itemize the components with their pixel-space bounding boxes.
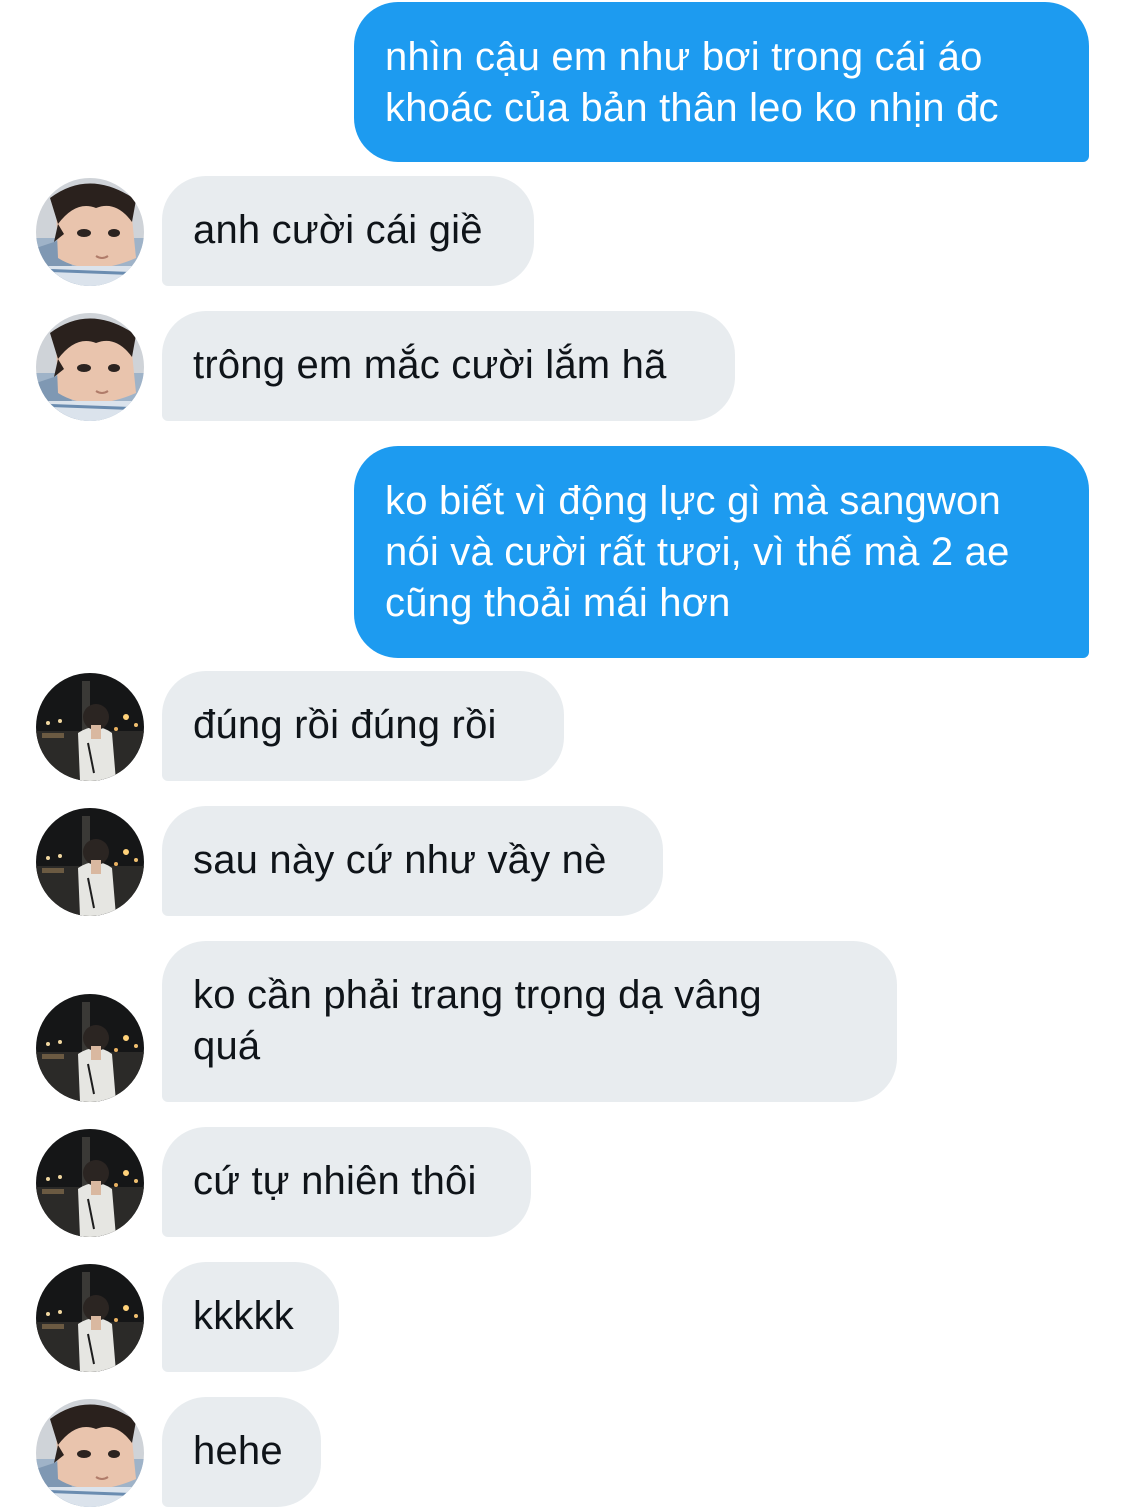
message-line: hehe xyxy=(193,1429,283,1473)
message-line: anh cười cái giề xyxy=(193,208,483,252)
received-message-bubble[interactable]: ko cần phải trang trọng dạ vâng quá xyxy=(162,941,897,1102)
received-message-bubble[interactable]: sau này cứ như vầy nè xyxy=(162,806,663,916)
conversation-thread: nhìn cậu em như bơi trong cái áo khoác c… xyxy=(0,0,1125,1510)
message-line: trông em mắc cười lắm hã xyxy=(193,343,667,387)
message-line: cứ tự nhiên thôi xyxy=(193,1159,477,1203)
avatar-night-street-icon[interactable] xyxy=(36,673,144,781)
received-message-bubble[interactable]: anh cười cái giề xyxy=(162,176,534,286)
message-line: đúng rồi đúng rồi xyxy=(193,703,497,747)
message-line: ko cần phải trang trọng dạ vâng xyxy=(193,973,762,1017)
received-message-bubble[interactable]: trông em mắc cười lắm hã xyxy=(162,311,735,421)
message-line: quá xyxy=(193,1024,261,1068)
avatar-night-street-icon[interactable] xyxy=(36,994,144,1102)
message-line: ko biết vì động lực gì mà sangwon xyxy=(385,479,1001,523)
sent-message-bubble[interactable]: nhìn cậu em như bơi trong cái áo khoác c… xyxy=(354,2,1089,162)
received-message-bubble[interactable]: cứ tự nhiên thôi xyxy=(162,1127,531,1237)
message-line: kkkkk xyxy=(193,1294,294,1338)
message-line: sau này cứ như vầy nè xyxy=(193,838,607,882)
message-line: cũng thoải mái hơn xyxy=(385,581,731,625)
sent-message-bubble[interactable]: ko biết vì động lực gì mà sangwon nói và… xyxy=(354,446,1089,658)
received-message-bubble[interactable]: hehe xyxy=(162,1397,321,1507)
message-line: nói và cười rất tươi, vì thế mà 2 ae xyxy=(385,530,1010,574)
avatar-selfie-icon[interactable] xyxy=(36,1399,144,1507)
avatar-night-street-icon[interactable] xyxy=(36,1129,144,1237)
received-message-bubble[interactable]: kkkkk xyxy=(162,1262,339,1372)
avatar-selfie-icon[interactable] xyxy=(36,178,144,286)
received-message-bubble[interactable]: đúng rồi đúng rồi xyxy=(162,671,564,781)
avatar-night-street-icon[interactable] xyxy=(36,808,144,916)
message-line: nhìn cậu em như bơi trong cái áo xyxy=(385,35,983,79)
message-line: khoác của bản thân leo ko nhịn đc xyxy=(385,86,999,130)
avatar-night-street-icon[interactable] xyxy=(36,1264,144,1372)
avatar-selfie-icon[interactable] xyxy=(36,313,144,421)
